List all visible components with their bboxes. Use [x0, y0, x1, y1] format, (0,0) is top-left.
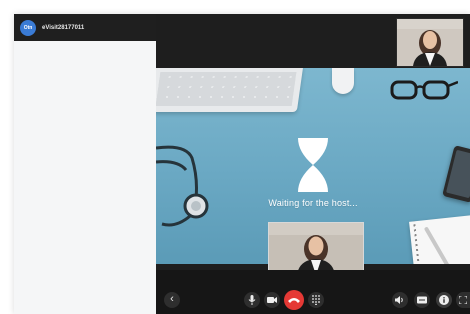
- hang-up-button[interactable]: [284, 290, 304, 310]
- glasses-image: [390, 80, 458, 100]
- closed-caption-icon: [417, 296, 427, 304]
- waiting-status-text: Waiting for the host...: [268, 198, 358, 208]
- self-video: [269, 223, 363, 270]
- video-visit-window: Otn eVisit28177011 Waiting for the host.…: [14, 14, 470, 314]
- visit-id-label: eVisit28177011: [42, 24, 85, 31]
- chat-sidebar: [14, 41, 157, 314]
- hang-up-icon: [288, 298, 300, 303]
- info-button[interactable]: [436, 292, 452, 308]
- otn-logo: Otn: [20, 19, 36, 36]
- phone-image: [442, 145, 470, 203]
- self-video-tile: [268, 222, 364, 270]
- mouse-image: [332, 68, 354, 94]
- hourglass-icon: [298, 138, 328, 192]
- camera-button[interactable]: [264, 292, 280, 308]
- microphone-icon: [248, 295, 256, 305]
- captions-button[interactable]: [414, 292, 430, 308]
- fullscreen-icon: [459, 296, 467, 304]
- back-button[interactable]: ‹: [164, 292, 180, 308]
- chevron-left-icon: ‹: [170, 293, 174, 305]
- mute-button[interactable]: [244, 292, 260, 308]
- remote-video-tile: [396, 18, 464, 67]
- stethoscope-image: [156, 145, 209, 227]
- header-bar: Otn eVisit28177011: [14, 14, 156, 41]
- keyboard-image: [156, 68, 304, 112]
- volume-button[interactable]: [392, 292, 408, 308]
- fullscreen-button[interactable]: [456, 292, 470, 308]
- volume-icon: [395, 296, 403, 304]
- video-stage: Waiting for the host...: [156, 14, 470, 270]
- participant-video: [397, 19, 463, 66]
- camera-icon: [267, 297, 277, 303]
- info-icon: [439, 295, 449, 305]
- keypad-icon: [312, 295, 320, 305]
- keypad-button[interactable]: [308, 292, 324, 308]
